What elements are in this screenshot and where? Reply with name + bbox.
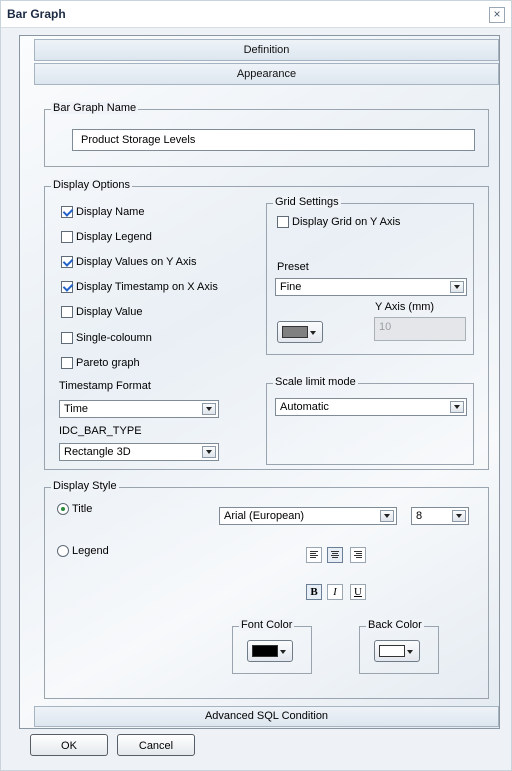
display-values-y-axis-checkbox[interactable]: Display Values on Y Axis [61,256,196,268]
chevron-down-icon [310,331,316,335]
radio-label: Title [72,503,93,515]
close-icon[interactable]: × [489,7,505,23]
radio-circle[interactable] [57,545,69,557]
back-color-swatch [379,645,405,657]
grid-settings-legend: Grid Settings [273,196,341,208]
bar-type-select[interactable]: Rectangle 3D [59,443,219,461]
tab-advanced-sql-condition[interactable]: Advanced SQL Condition [34,706,499,727]
scale-limit-legend: Scale limit mode [273,376,358,388]
preset-select[interactable]: Fine [275,278,467,296]
bar-graph-dialog: Bar Graph × Definition Appearance Bar Gr… [0,0,512,771]
checkbox-box[interactable] [61,231,73,243]
grid-color-swatch [282,326,308,338]
checkbox-label: Single-coloumn [76,332,152,344]
font-color-swatch [252,645,278,657]
checkbox-label: Pareto graph [76,357,140,369]
display-options-legend: Display Options [51,179,133,191]
checkbox-label: Display Values on Y Axis [76,256,197,268]
scale-limit-value: Automatic [280,401,329,413]
font-size-select[interactable]: 8 [411,507,469,525]
y-axis-mm-input[interactable]: 10 [374,317,466,341]
bold-button[interactable]: B [306,584,322,600]
back-color-button[interactable] [374,640,420,662]
display-value-checkbox[interactable]: Display Value [61,306,142,318]
checkbox-box[interactable] [277,216,289,228]
tab-appearance[interactable]: Appearance [34,63,499,85]
checkbox-box[interactable] [61,332,73,344]
title-radio[interactable]: Title [57,503,92,515]
italic-button[interactable]: I [327,584,343,600]
display-style-legend: Display Style [51,480,119,492]
window-title: Bar Graph [7,7,66,21]
chevron-down-icon[interactable] [450,281,464,293]
font-family-value: Arial (European) [224,510,305,522]
display-name-checkbox[interactable]: Display Name [61,206,144,218]
align-left-icon[interactable] [306,547,322,563]
checkbox-box[interactable] [61,306,73,318]
radio-circle[interactable] [57,503,69,515]
scale-limit-select[interactable]: Automatic [275,398,467,416]
align-right-icon[interactable] [350,547,366,563]
preset-value: Fine [280,281,302,293]
checkbox-box[interactable] [61,281,73,293]
main-panel: Definition Appearance Bar Graph Name Pro… [19,35,500,729]
checkbox-label: Display Value [76,306,143,318]
display-legend-checkbox[interactable]: Display Legend [61,231,152,243]
font-family-select[interactable]: Arial (European) [219,507,397,525]
checkbox-label: Display Legend [76,231,152,243]
checkbox-label: Display Timestamp on X Axis [76,281,218,293]
font-color-group: Font Color [232,619,312,674]
bar-type-value: Rectangle 3D [64,446,131,458]
y-axis-mm-label: Y Axis (mm) [375,301,435,313]
bar-graph-name-legend: Bar Graph Name [51,102,139,114]
cancel-button[interactable]: Cancel [117,734,195,756]
checkbox-box[interactable] [61,206,73,218]
display-grid-y-axis-checkbox[interactable]: Display Grid on Y Axis [277,216,400,228]
checkbox-box[interactable] [61,256,73,268]
checkbox-label: Display Name [76,206,145,218]
preset-label: Preset [277,261,309,273]
legend-radio[interactable]: Legend [57,545,109,557]
chevron-down-icon[interactable] [450,401,464,413]
chevron-down-icon[interactable] [380,510,394,522]
timestamp-format-value: Time [64,403,89,415]
timestamp-format-label: Timestamp Format [59,380,151,392]
title-bar: Bar Graph × [1,1,511,28]
checkbox-box[interactable] [61,357,73,369]
y-axis-mm-value: 10 [379,321,392,333]
tab-definition[interactable]: Definition [34,39,499,61]
chevron-down-icon[interactable] [202,403,216,415]
radio-label: Legend [72,545,109,557]
display-options-group: Display Options Display Name Display Leg… [44,179,489,470]
bar-graph-name-input[interactable]: Product Storage Levels [72,129,475,151]
bar-graph-name-group: Bar Graph Name Product Storage Levels [44,102,489,167]
grid-settings-group: Grid Settings Display Grid on Y Axis Pre… [266,196,474,355]
underline-button[interactable]: U [350,584,366,600]
bar-type-label: IDC_BAR_TYPE [59,425,142,437]
align-center-icon[interactable] [327,547,343,563]
chevron-down-icon[interactable] [452,510,466,522]
timestamp-format-select[interactable]: Time [59,400,219,418]
bar-graph-name-value: Product Storage Levels [81,134,196,146]
font-size-value: 8 [416,510,423,522]
back-color-group: Back Color [359,619,439,674]
single-column-checkbox[interactable]: Single-coloumn [61,332,152,344]
chevron-down-icon [407,650,413,654]
back-color-label: Back Color [366,619,424,631]
checkbox-label: Display Grid on Y Axis [292,216,401,228]
display-timestamp-x-axis-checkbox[interactable]: Display Timestamp on X Axis [61,281,218,293]
chevron-down-icon[interactable] [202,446,216,458]
font-color-label: Font Color [239,619,295,631]
ok-button[interactable]: OK [30,734,108,756]
display-style-group: Display Style Title Legend Arial (Europe… [44,480,489,699]
font-color-button[interactable] [247,640,293,662]
grid-color-button[interactable] [277,321,323,343]
scale-limit-group: Scale limit mode Automatic [266,376,474,465]
pareto-graph-checkbox[interactable]: Pareto graph [61,357,140,369]
chevron-down-icon [280,650,286,654]
